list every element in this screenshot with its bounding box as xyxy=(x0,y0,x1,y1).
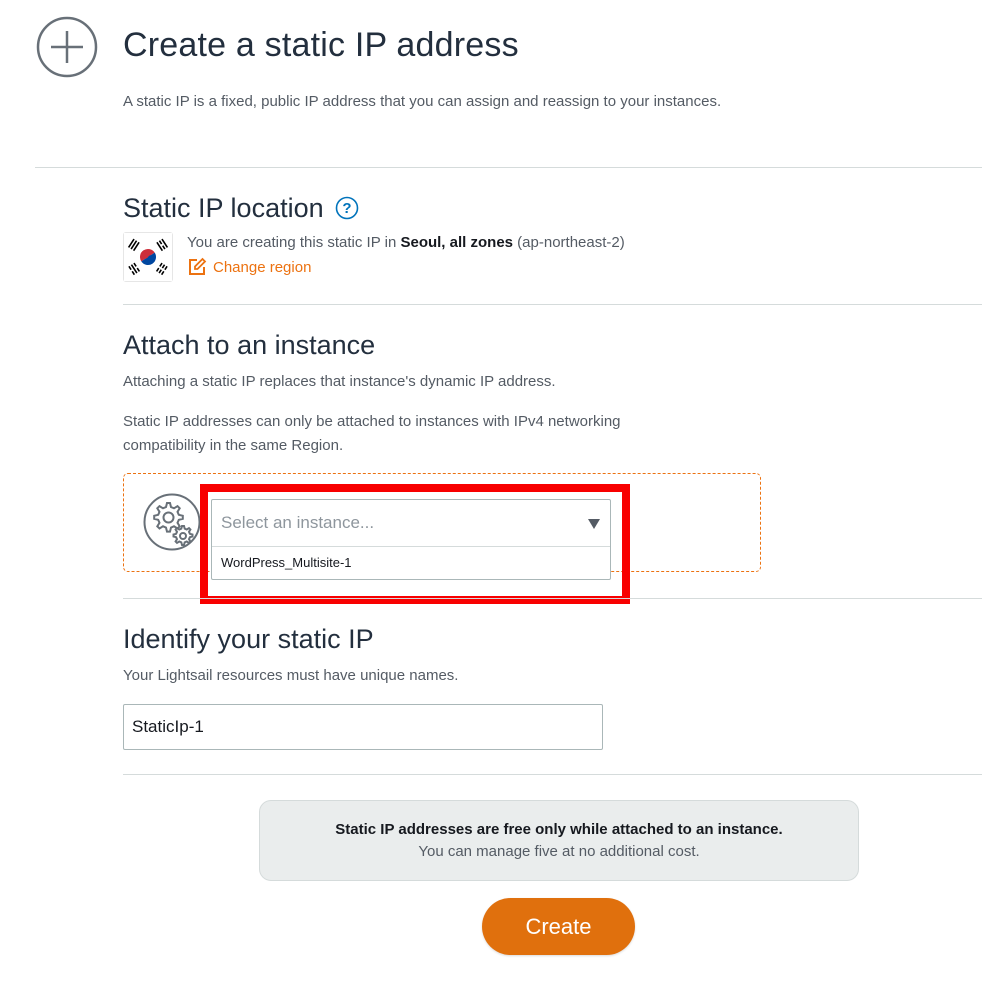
create-static-ip-page: Create a static IP address A static IP i… xyxy=(0,0,982,987)
page-description: A static IP is a fixed, public IP addres… xyxy=(123,93,722,110)
region-code: (ap-northeast-2) xyxy=(517,234,625,251)
change-region-link[interactable]: Change region xyxy=(187,257,312,277)
location-text: You are creating this static IP in Seoul… xyxy=(187,234,625,251)
pricing-notice: Static IP addresses are free only while … xyxy=(259,800,859,881)
divider xyxy=(123,304,982,305)
divider xyxy=(35,167,982,168)
location-section-title: Static IP location ? xyxy=(123,193,359,224)
gears-icon xyxy=(143,493,201,551)
create-button[interactable]: Create xyxy=(482,898,635,955)
add-circle-icon xyxy=(36,16,98,78)
attach-section-title: Attach to an instance xyxy=(123,330,376,360)
svg-text:?: ? xyxy=(343,200,352,217)
static-ip-name-input[interactable] xyxy=(123,704,603,750)
help-icon[interactable]: ? xyxy=(335,196,359,220)
identify-section-title: Identify your static IP xyxy=(123,624,374,654)
pricing-notice-title: Static IP addresses are free only while … xyxy=(335,821,783,838)
attach-compatibility-note: Static IP addresses can only be attached… xyxy=(123,413,621,454)
korea-flag-icon xyxy=(123,232,173,282)
change-region-label: Change region xyxy=(213,259,312,276)
location-title: Static IP location xyxy=(123,193,324,223)
attach-description: Attaching a static IP replaces that inst… xyxy=(123,373,556,390)
pricing-notice-subtext: You can manage five at no additional cos… xyxy=(418,843,700,860)
edit-icon xyxy=(189,257,207,275)
highlight-box xyxy=(200,484,630,604)
identify-description: Your Lightsail resources must have uniqu… xyxy=(123,667,459,684)
location-prefix: You are creating this static IP in xyxy=(187,234,401,251)
region-name: Seoul, all zones xyxy=(400,234,513,251)
divider xyxy=(123,598,982,599)
divider xyxy=(123,774,982,775)
page-title: Create a static IP address xyxy=(123,26,519,64)
